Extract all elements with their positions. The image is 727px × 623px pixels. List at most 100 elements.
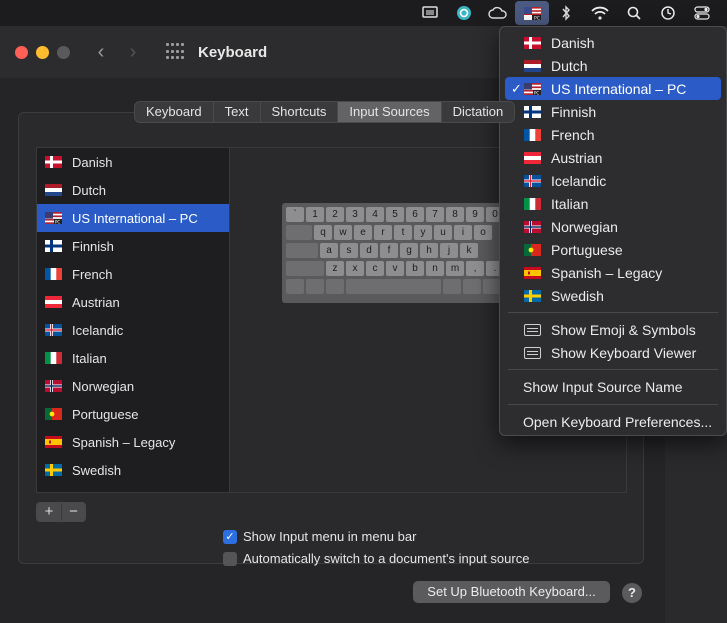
bluetooth-icon[interactable] xyxy=(549,1,583,25)
wifi-icon[interactable] xyxy=(583,1,617,25)
keyboard-key: q xyxy=(314,225,332,240)
keyboard-key: 7 xyxy=(426,207,444,222)
auto-switch-label: Automatically switch to a document's inp… xyxy=(243,551,530,566)
auto-switch-row[interactable]: Automatically switch to a document's inp… xyxy=(223,551,529,566)
show-input-source-name-menu-item[interactable]: Show Input Source Name xyxy=(500,375,726,399)
show-emoji-symbols-menu-item[interactable]: Show Emoji & Symbols xyxy=(500,318,726,341)
es-flag-icon xyxy=(45,436,62,448)
show-keyboard-viewer-menu-item[interactable]: Show Keyboard Viewer xyxy=(500,341,726,364)
keyboard-key: 1 xyxy=(306,207,324,222)
screen-icon[interactable] xyxy=(413,1,447,25)
menu-separator xyxy=(508,312,718,313)
keyboard-key xyxy=(326,279,344,294)
list-item[interactable]: Icelandic xyxy=(37,316,229,344)
list-item[interactable]: Norwegian xyxy=(37,372,229,400)
window-title: Keyboard xyxy=(198,43,268,61)
input-source-menu-list: Danish Dutch ✓ PC US International – PC Finni… xyxy=(500,31,726,307)
keyboard-key: f xyxy=(380,243,398,258)
keyboard-row: asdfghjk xyxy=(286,243,498,258)
cloud-icon[interactable] xyxy=(481,1,515,25)
add-input-source-button[interactable]: + xyxy=(37,503,61,521)
input-source-menu-item[interactable]: ✓ PC US International – PC xyxy=(505,77,721,100)
keyboard-key: h xyxy=(420,243,438,258)
input-source-menu-item[interactable]: Swedish xyxy=(500,284,726,307)
list-item[interactable]: PC US International – PC xyxy=(37,204,229,232)
input-source-menu-item[interactable]: Spanish – Legacy xyxy=(500,261,726,284)
keyboard-key: 4 xyxy=(366,207,384,222)
keyboard-key: n xyxy=(426,261,444,276)
svg-text:PC: PC xyxy=(534,90,539,95)
list-item-label: Finnish xyxy=(72,238,114,254)
time-machine-icon[interactable] xyxy=(651,1,685,25)
list-item[interactable]: Swedish xyxy=(37,456,229,484)
list-item-label: French xyxy=(72,266,113,282)
input-source-menu-item[interactable]: Danish xyxy=(500,31,726,54)
us-flag-icon: PC xyxy=(524,82,541,95)
keyboard-key: b xyxy=(406,261,424,276)
input-source-flag-icon[interactable]: PC xyxy=(515,1,549,25)
no-flag-icon xyxy=(45,380,62,392)
forward-arrow-icon[interactable]: › xyxy=(126,41,140,64)
keyboard-key xyxy=(286,279,304,294)
show-emoji-symbols-label: Show Emoji & Symbols xyxy=(551,321,696,338)
keyboard-row: zxcvbnm,. xyxy=(286,261,502,276)
show-input-menu-checkbox[interactable]: ✓ xyxy=(223,529,237,544)
close-window-button[interactable] xyxy=(15,45,28,59)
input-source-menu-item[interactable]: Dutch xyxy=(500,54,726,77)
tab-input-sources[interactable]: Input Sources xyxy=(338,102,442,122)
minimize-window-button[interactable] xyxy=(36,45,49,59)
quill-icon[interactable] xyxy=(447,1,481,25)
back-arrow-icon[interactable]: ‹ xyxy=(94,41,108,64)
input-source-menu-item[interactable]: Finnish xyxy=(500,100,726,123)
input-source-menu-item[interactable]: Icelandic xyxy=(500,169,726,192)
keyboard-key xyxy=(286,225,312,240)
menu-item-label: Norwegian xyxy=(551,218,618,235)
input-source-list[interactable]: Danish Dutch PC US International – PC Finnis… xyxy=(36,147,230,493)
help-button[interactable]: ? xyxy=(622,583,642,603)
show-input-menu-row[interactable]: ✓ Show Input menu in menu bar xyxy=(223,529,416,544)
set-up-bluetooth-keyboard-button[interactable]: Set Up Bluetooth Keyboard... xyxy=(413,581,610,603)
remove-input-source-button[interactable]: − xyxy=(61,503,85,521)
show-all-grid-icon[interactable] xyxy=(166,43,184,61)
input-source-menu-item[interactable]: Norwegian xyxy=(500,215,726,238)
zoom-window-button[interactable] xyxy=(57,45,70,59)
list-item[interactable]: Spanish – Legacy xyxy=(37,428,229,456)
tab-dictation[interactable]: Dictation xyxy=(442,102,515,122)
auto-switch-checkbox[interactable] xyxy=(223,551,237,566)
keyboard-key: y xyxy=(414,225,432,240)
list-item-label: US International – PC xyxy=(72,210,198,226)
menu-item-label: Portuguese xyxy=(551,241,623,258)
list-item[interactable]: French xyxy=(37,260,229,288)
is-flag-icon xyxy=(524,174,541,187)
list-item[interactable]: Austrian xyxy=(37,288,229,316)
input-source-menu-item[interactable]: French xyxy=(500,123,726,146)
list-item-label: Icelandic xyxy=(72,322,124,338)
input-source-menu-item[interactable]: Portuguese xyxy=(500,238,726,261)
menu-item-label: French xyxy=(551,126,595,143)
input-source-menu-item[interactable]: Italian xyxy=(500,192,726,215)
control-center-icon[interactable] xyxy=(685,1,719,25)
keyboard-key xyxy=(306,279,324,294)
tab-text[interactable]: Text xyxy=(214,102,261,122)
list-item[interactable]: Finnish xyxy=(37,232,229,260)
list-item[interactable]: Italian xyxy=(37,344,229,372)
dk-flag-icon xyxy=(45,156,62,168)
keyboard-viewer-icon xyxy=(524,346,541,359)
list-item[interactable]: Dutch xyxy=(37,176,229,204)
add-remove-controls: + − xyxy=(36,502,86,522)
menu-item-label: Austrian xyxy=(551,149,603,166)
es-flag-icon xyxy=(524,266,541,279)
menu-item-label: Icelandic xyxy=(551,172,607,189)
keyboard-key xyxy=(463,279,481,294)
menu-separator xyxy=(508,369,718,370)
list-item[interactable]: Danish xyxy=(37,148,229,176)
keyboard-key: t xyxy=(394,225,412,240)
tab-keyboard[interactable]: Keyboard xyxy=(135,102,214,122)
list-item[interactable]: Portuguese xyxy=(37,400,229,428)
open-keyboard-preferences-menu-item[interactable]: Open Keyboard Preferences... xyxy=(500,410,726,434)
keyboard-key: c xyxy=(366,261,384,276)
list-item-label: Dutch xyxy=(72,182,106,198)
input-source-menu-item[interactable]: Austrian xyxy=(500,146,726,169)
tab-shortcuts[interactable]: Shortcuts xyxy=(261,102,339,122)
search-icon[interactable] xyxy=(617,1,651,25)
